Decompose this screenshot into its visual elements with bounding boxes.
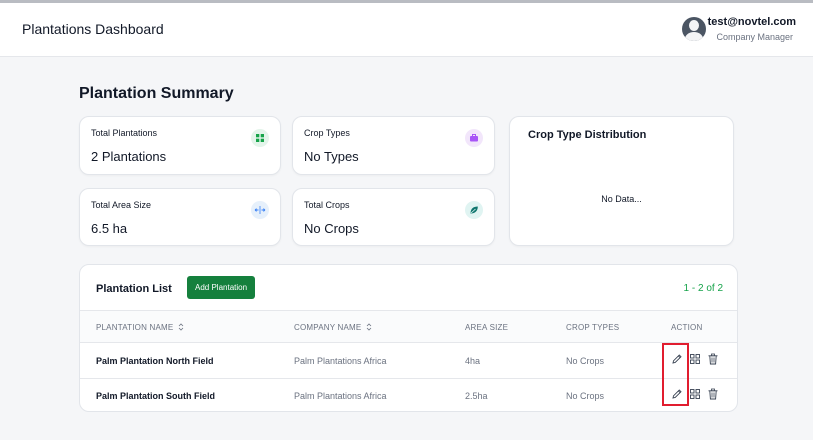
table-header: PLANTATION NAME COMPANY NAME AREA SIZE C… — [80, 310, 737, 343]
trash-icon[interactable] — [705, 351, 720, 366]
distribution-title: Crop Type Distribution — [528, 129, 647, 141]
user-email[interactable]: test@novtel.com — [708, 16, 796, 28]
card-value: 6.5 ha — [91, 221, 128, 236]
pagination-info: 1 - 2 of 2 — [683, 283, 723, 294]
expand-horizontal-icon — [251, 201, 269, 219]
column-label: PLANTATION NAME — [96, 323, 174, 333]
add-plantation-button[interactable]: Add Plantation — [187, 276, 256, 299]
crop-distribution-card: Crop Type Distribution No Data... — [509, 116, 734, 246]
plantation-name[interactable]: Palm Plantation North Field — [96, 356, 214, 366]
column-header-action: ACTION — [671, 323, 703, 332]
sort-icon — [366, 323, 372, 333]
card-value: 2 Plantations — [91, 149, 167, 164]
grid-view-icon[interactable] — [687, 386, 702, 401]
plantation-name[interactable]: Palm Plantation South Field — [96, 391, 215, 401]
column-label: COMPANY NAME — [294, 323, 362, 333]
leaf-icon — [465, 201, 483, 219]
card-value: No Types — [304, 149, 359, 164]
card-label: Total Crops — [304, 200, 350, 210]
user-role: Company Manager — [716, 32, 793, 42]
crop-types: No Crops — [566, 356, 605, 366]
avatar-head — [689, 20, 699, 31]
distribution-empty-text: No Data... — [601, 194, 642, 204]
avatar-body — [685, 32, 703, 41]
briefcase-icon — [465, 129, 483, 147]
table-row: Palm Plantation North Field Palm Plantat… — [80, 344, 737, 379]
crop-types: No Crops — [566, 391, 605, 401]
trash-icon[interactable] — [705, 386, 720, 401]
summary-title: Plantation Summary — [79, 85, 234, 102]
column-header-crop-types: CROP TYPES — [566, 323, 620, 332]
column-header-area-size: AREA SIZE — [465, 323, 509, 332]
user-avatar[interactable] — [682, 17, 706, 41]
sort-icon — [178, 323, 184, 333]
list-title: Plantation List — [96, 283, 172, 295]
column-header-plantation-name[interactable]: PLANTATION NAME — [96, 323, 184, 333]
card-label: Total Plantations — [91, 128, 158, 138]
total-crops-card: Total Crops No Crops — [292, 188, 495, 246]
total-area-card: Total Area Size 6.5 ha — [79, 188, 281, 246]
total-plantations-card: Total Plantations 2 Plantations — [79, 116, 281, 175]
grid-icon — [251, 129, 269, 147]
grid-view-icon[interactable] — [687, 351, 702, 366]
table-row: Palm Plantation South Field Palm Plantat… — [80, 379, 737, 414]
card-label: Crop Types — [304, 128, 350, 138]
crop-types-card: Crop Types No Types — [292, 116, 495, 175]
company-name: Palm Plantations Africa — [294, 356, 387, 366]
company-name: Palm Plantations Africa — [294, 391, 387, 401]
card-value: No Crops — [304, 221, 359, 236]
app-title: Plantations Dashboard — [22, 21, 164, 37]
app-header: Plantations Dashboard test@novtel.com Co… — [0, 3, 813, 57]
card-label: Total Area Size — [91, 200, 152, 210]
column-header-company-name[interactable]: COMPANY NAME — [294, 323, 372, 333]
area-size: 4ha — [465, 356, 481, 366]
area-size: 2.5ha — [465, 391, 488, 401]
edit-actions-highlight — [662, 343, 689, 406]
plantation-list-card: Plantation List Add Plantation 1 - 2 of … — [79, 264, 738, 412]
